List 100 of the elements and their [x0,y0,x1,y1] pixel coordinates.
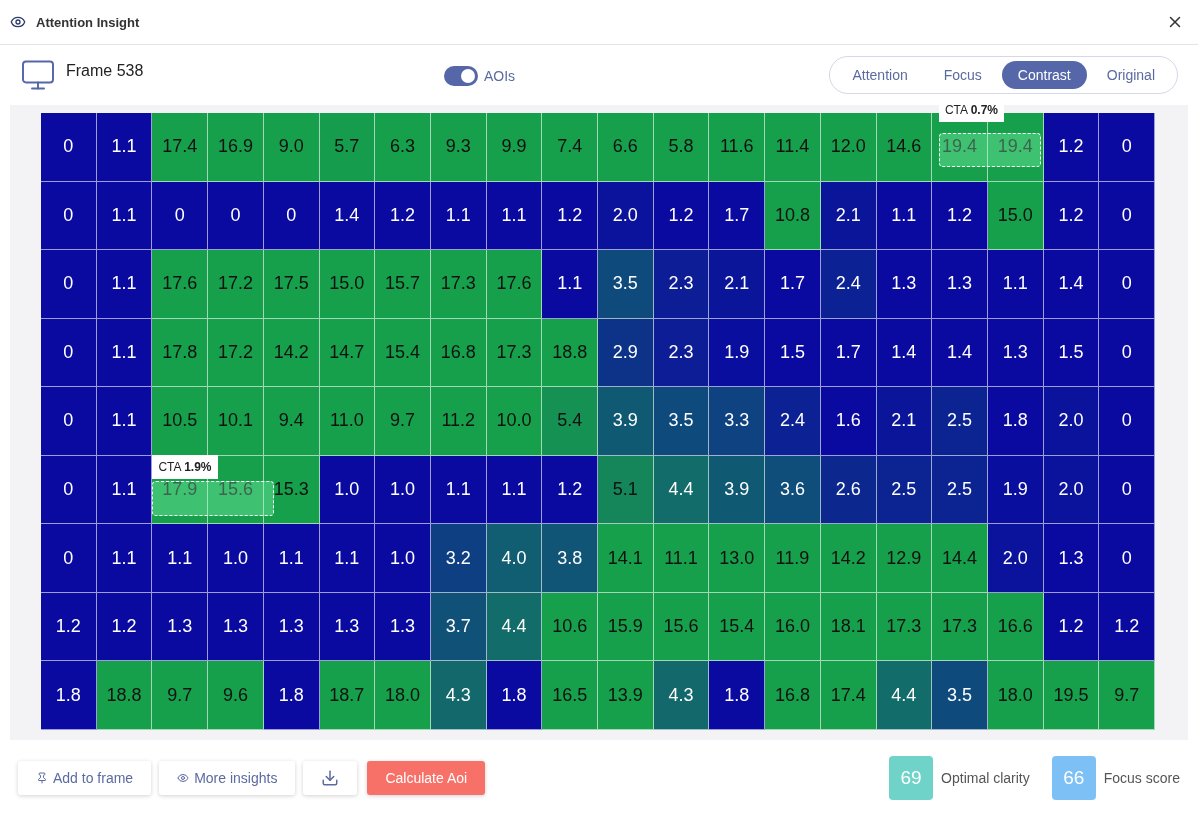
heatmap-cell: 2.0 [987,524,1044,593]
heatmap-cell: 0 [41,455,97,525]
aoi-region[interactable] [938,132,1042,167]
heatmap-cell: 3.3 [709,387,766,456]
aoi-toggle[interactable] [444,66,478,86]
heatmap-cell: 15.7 [375,250,431,319]
view-tab[interactable]: Original [1090,61,1171,89]
heatmap-cell: 15.0 [987,181,1044,251]
heatmap-cell: 3.2 [430,524,487,593]
heatmap-cell: 1.8 [486,661,543,730]
heatmap-cell: 2.1 [709,250,766,319]
heatmap-cell: 14.1 [598,524,654,593]
heatmap-cell: 11.6 [709,113,766,182]
heatmap-cell: 9.7 [375,387,431,456]
heatmap-cell: 1.0 [208,524,264,593]
heatmap-cell: 9.6 [208,661,264,730]
view-tab[interactable]: Attention [836,61,924,89]
heatmap-cell: 1.0 [375,455,431,525]
heatmap-cell: 2.5 [932,455,988,525]
heatmap-cell: 6.3 [375,113,431,182]
heatmap-cell: 1.7 [765,250,821,319]
heatmap-cell: 1.2 [932,181,988,251]
heatmap-cell: 7.4 [542,113,598,182]
heatmap-cell: 1.3 [876,250,933,319]
heatmap-cell: 3.5 [598,250,654,319]
heatmap-cell: 1.8 [263,661,320,730]
heatmap-cell: 2.0 [1043,455,1100,525]
heatmap-cell: 1.1 [430,181,487,251]
download-button[interactable] [303,761,358,795]
heatmap-cell: 2.5 [876,455,933,525]
calculate-button[interactable]: Calculate Aoi [367,761,486,795]
heatmap-cell: 1.5 [1043,318,1100,388]
frame-name: Frame 538 [66,62,144,80]
heatmap-cell: 5.8 [653,113,710,182]
heatmap-cell: 1.2 [1043,181,1100,251]
heatmap-cell: 1.2 [96,592,153,662]
heatmap-cell: 1.8 [709,661,766,730]
heatmap-cell: 0 [41,318,97,388]
heatmap-cell: 2.5 [932,387,988,456]
heatmap-cell: 0 [152,181,209,251]
heatmap-cell: 1.1 [486,455,543,525]
heatmap-cell: 9.7 [152,661,209,730]
heatmap-cell: 1.3 [319,592,376,662]
heatmap-cell: 1.2 [542,181,598,251]
heatmap-cell: 10.8 [765,181,821,251]
heatmap-cell: 15.0 [319,250,376,319]
heatmap-cell: 14.7 [319,318,376,388]
heatmap-cell: 0 [41,524,97,593]
heatmap-cell: 1.3 [987,318,1044,388]
heatmap-cell: 6.6 [598,113,654,182]
heatmap-cell: 17.4 [820,661,877,730]
heatmap-cell: 0 [1099,318,1155,388]
heatmap-cell: 1.9 [987,455,1044,525]
view-tab[interactable]: Focus [927,61,998,89]
heatmap-cell: 10.6 [542,592,598,662]
heatmap-cell: 19.4 [987,113,1044,182]
heatmap-cell: 2.4 [820,250,877,319]
heatmap-cell: 1.1 [96,387,153,456]
heatmap-cell: 3.5 [653,387,710,456]
heatmap-cell: 0 [41,387,97,456]
heatmap-cell: 2.1 [876,387,933,456]
heatmap-cell: 0 [1099,181,1155,251]
heatmap-cell: 9.4 [263,387,320,456]
heatmap-cell: 1.4 [319,181,376,251]
heatmap-cell: 17.4 [152,113,209,182]
more-insights-button[interactable]: More insights [159,761,296,795]
heatmap-cell: 18.8 [96,661,153,730]
heatmap-cell: 1.1 [96,524,153,593]
add-to-frame-button[interactable]: Add to frame [18,761,152,795]
heatmap-cell: 1.2 [1043,113,1100,182]
aoi-region[interactable] [152,480,274,517]
heatmap-cell: 0 [1099,113,1155,182]
heatmap-cell: 1.4 [932,318,988,388]
heatmap-cell: 17.3 [430,250,487,319]
heatmap-cell: 1.3 [263,592,320,662]
heatmap-cell: 1.1 [876,181,933,251]
heatmap-cell: 0 [41,181,97,251]
heatmap-cell: 2.3 [653,318,710,388]
heatmap-cell: 1.6 [820,387,877,456]
heatmap-cell: 11.4 [765,113,821,182]
heatmap-cell: 1.1 [430,455,487,525]
heatmap-cell: 10.1 [208,387,264,456]
heatmap-cell: 1.7 [820,318,877,388]
heatmap-cell: 9.3 [430,113,487,182]
heatmap-cell: 11.2 [430,387,487,456]
heatmap-cell: 1.1 [152,524,209,593]
view-tab[interactable]: Contrast [1001,61,1087,89]
heatmap-cell: 5.4 [542,387,598,456]
heatmap-cell: 5.7 [319,113,376,182]
heatmap-cell: 17.2 [208,318,264,388]
toggle-label: AOIs [484,68,516,84]
heatmap-cell: 14.2 [820,524,877,593]
heatmap-cell: 1.1 [486,181,543,251]
heatmap-cell: 16.9 [208,113,264,182]
heatmap-cell: 18.0 [987,661,1044,730]
heatmap-cell: 1.3 [152,592,209,662]
heatmap-cell: 1.9 [709,318,766,388]
heatmap-cell: 16.5 [542,661,598,730]
heatmap-cell: 1.3 [932,250,988,319]
heatmap-cell: 1.1 [96,181,153,251]
